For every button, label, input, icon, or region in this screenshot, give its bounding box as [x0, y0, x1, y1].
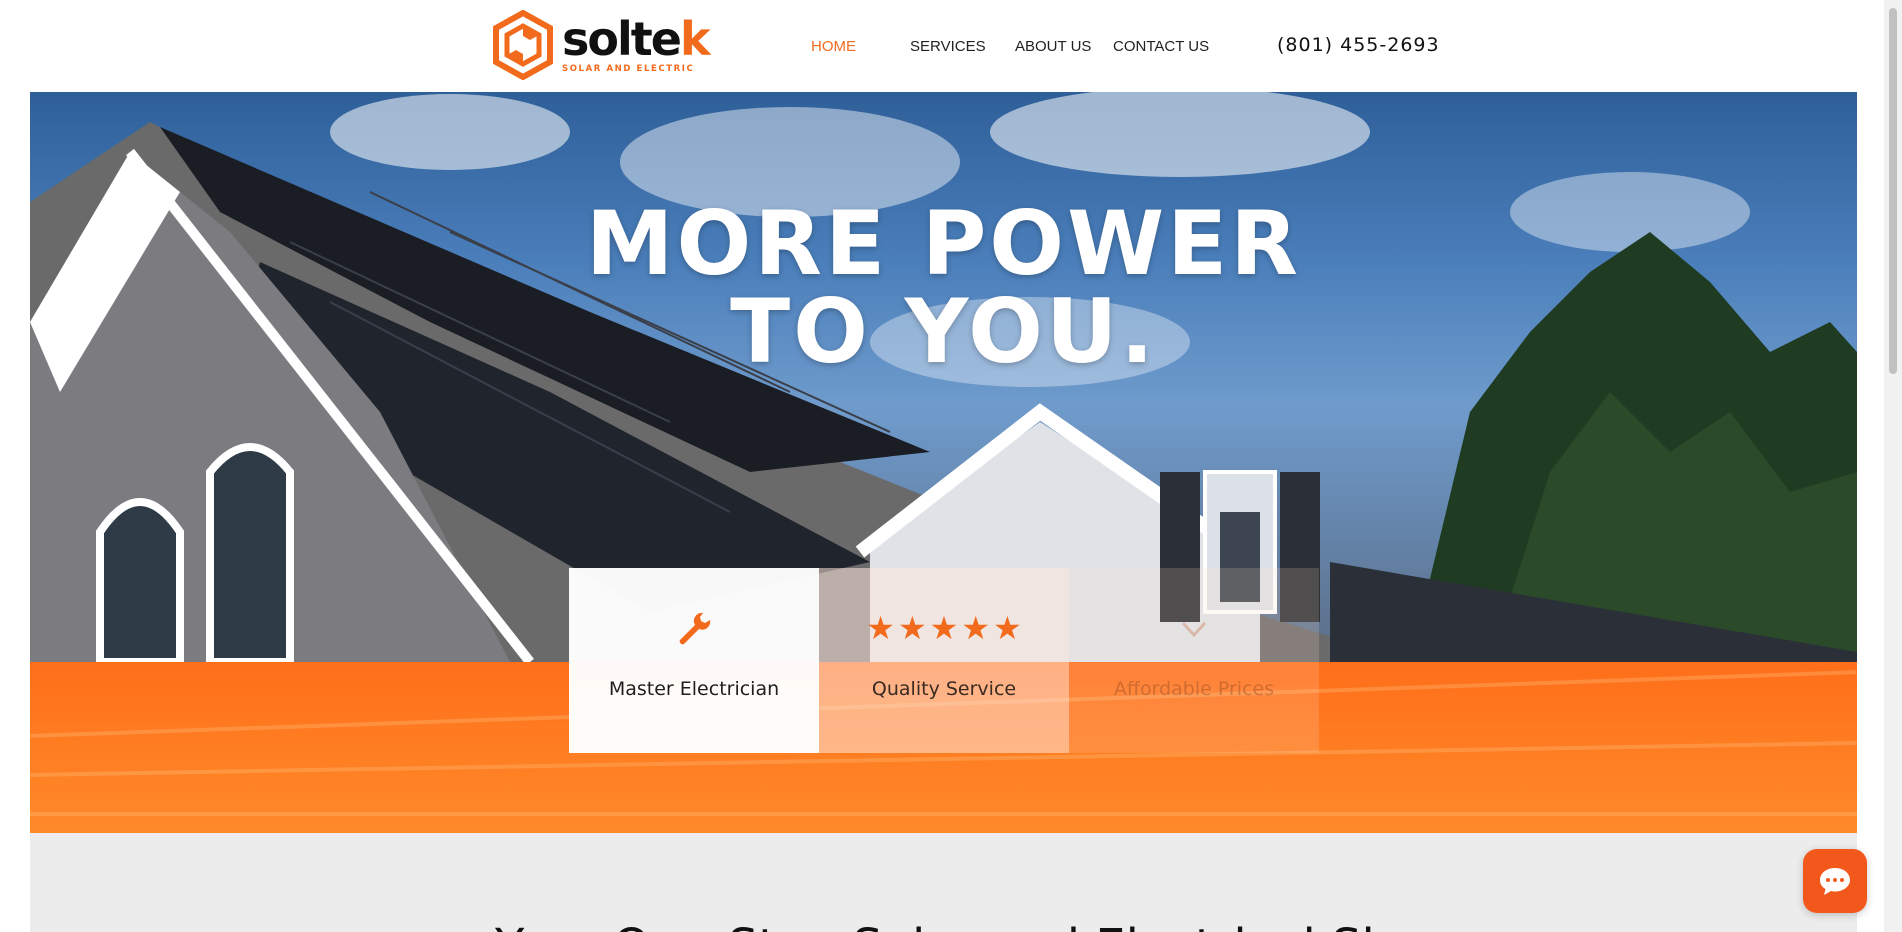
star-icon: ★ [929, 609, 959, 647]
nav-home[interactable]: HOME [811, 38, 856, 55]
logo-tagline: SOLAR AND ELECTRIC [562, 64, 695, 74]
scrollbar-thumb[interactable] [1889, 8, 1897, 374]
soltek-logo[interactable]: soltek SOLAR AND ELECTRIC [490, 10, 711, 80]
page-scrollbar[interactable] [1884, 0, 1902, 932]
nav-contact-us[interactable]: CONTACT US [1113, 38, 1209, 55]
section-heading: Your One-Stop Solar and Electrical Sh [30, 919, 1857, 932]
hero-headline-line1: MORE POWER [585, 192, 1302, 295]
band-stripe [30, 812, 1857, 816]
nav-about-us[interactable]: ABOUT US [1015, 38, 1091, 55]
chat-button[interactable] [1803, 849, 1867, 913]
feature-card-master-electrician: Master Electrician [569, 568, 819, 753]
star-icon: ★ [897, 609, 927, 647]
feature-card-quality-service: ★ ★ ★ ★ ★ Quality Service [819, 568, 1069, 753]
feature-label: Master Electrician [608, 678, 780, 700]
feature-card-affordable-prices: Affordable Prices [1069, 568, 1319, 753]
feature-label: Affordable Prices [1113, 678, 1275, 700]
hero-headline-line2: TO YOU. [730, 280, 1157, 383]
feature-label: Quality Service [871, 678, 1017, 700]
star-icon: ★ [961, 609, 991, 647]
chat-bubble-icon [1820, 868, 1850, 895]
price-icon [1181, 621, 1207, 638]
hero-headline: MORE POWER TO YOU. [30, 200, 1857, 376]
five-stars-icon: ★ ★ ★ ★ ★ [866, 612, 1021, 644]
hexagon-logo-icon [493, 10, 553, 80]
phone-number-link[interactable]: (801) 455-2693 [1277, 34, 1440, 56]
logo-wordmark: soltek [562, 12, 711, 66]
nav-services[interactable]: SERVICES [910, 38, 986, 55]
star-icon: ★ [993, 609, 1022, 647]
site-header: soltek SOLAR AND ELECTRIC HOME SERVICES … [0, 0, 1884, 92]
services-intro-section: Your One-Stop Solar and Electrical Sh [30, 833, 1857, 932]
wrench-icon [679, 612, 711, 645]
star-icon: ★ [866, 609, 895, 647]
